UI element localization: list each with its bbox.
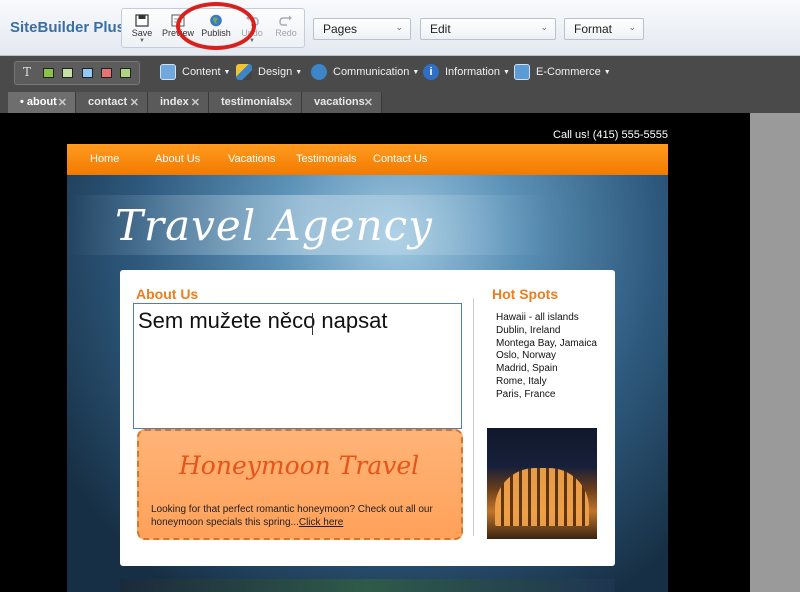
tab-testimonials[interactable]: testimonials ✕ [209, 92, 302, 113]
list-item: Montega Bay, Jamaica [496, 337, 597, 349]
list-item: Dublin, Ireland [496, 324, 561, 336]
tab-index-label: index [160, 96, 189, 108]
redo-button[interactable]: Redo [268, 9, 304, 49]
honeymoon-promo-box[interactable]: Honeymoon Travel Looking for that perfec… [137, 429, 463, 540]
design-menu-label: Design [258, 66, 293, 78]
content-menu[interactable]: Content ▼ [160, 64, 230, 80]
communication-icon [311, 64, 327, 80]
tab-contact-label: contact [88, 96, 128, 108]
top-toolbar: SiteBuilder Plus Save ▼ Preview Publish … [0, 0, 800, 56]
text-cursor [312, 313, 313, 335]
tab-vacations[interactable]: vacations ✕ [302, 92, 382, 113]
tab-about-label: • about [20, 96, 57, 108]
pages-dropdown[interactable]: Pages ⌄ [313, 18, 411, 40]
widget-icon[interactable] [120, 68, 131, 78]
chevron-down-icon: ⌄ [540, 22, 548, 32]
information-menu-label: Information [445, 66, 501, 78]
tab-index[interactable]: index ✕ [148, 92, 209, 113]
colosseum-shape [495, 468, 589, 526]
call-us-text[interactable]: Call us! (415) 555-5555 [553, 129, 668, 141]
photo-gallery-icon[interactable] [62, 68, 73, 78]
promo-title: Honeymoon Travel [179, 451, 420, 480]
publish-highlight-circle [176, 2, 256, 50]
list-item: Hawaii - all islands [496, 312, 579, 323]
close-icon[interactable]: ✕ [130, 96, 139, 109]
editor-text[interactable]: Sem mužete něco napsat [138, 308, 387, 334]
site-header-title[interactable]: Travel Agency [115, 201, 433, 250]
colosseum-photo[interactable] [487, 428, 597, 539]
editor-canvas: Call us! (415) 555-5555 Home About Us Va… [0, 113, 750, 592]
info-icon: i [423, 64, 439, 80]
nav-contact-us[interactable]: Contact Us [373, 153, 427, 165]
next-section-preview [120, 579, 615, 592]
redo-button-label: Redo [275, 28, 297, 38]
nav-testimonials[interactable]: Testimonials [296, 153, 357, 165]
video-icon[interactable] [101, 68, 112, 78]
content-icon [160, 64, 176, 80]
page-tabs: • about ✕ contact ✕ index ✕ testimonials… [0, 91, 800, 113]
tab-about[interactable]: • about ✕ [8, 92, 76, 113]
chevron-down-icon: ⌄ [628, 22, 636, 32]
pencil-icon [236, 64, 252, 80]
edit-dropdown-label: Edit [430, 22, 451, 36]
save-button-label: Save [131, 28, 153, 38]
tab-vacations-label: vacations [314, 96, 365, 108]
format-dropdown[interactable]: Format ⌄ [564, 18, 644, 40]
hot-spots-heading[interactable]: Hot Spots [492, 286, 558, 302]
text-icon[interactable]: T [23, 65, 31, 79]
save-button[interactable]: Save ▼ [124, 9, 160, 49]
content-menu-label: Content [182, 66, 221, 78]
close-icon[interactable]: ✕ [364, 96, 373, 109]
close-icon[interactable]: ✕ [58, 96, 67, 109]
canvas-side-area [750, 113, 800, 592]
save-icon [135, 14, 149, 27]
nav-about-us[interactable]: About Us [155, 153, 200, 165]
tab-contact[interactable]: contact ✕ [76, 92, 148, 113]
chevron-down-icon[interactable]: ▼ [124, 38, 160, 44]
ecommerce-menu-label: E-Commerce [536, 66, 601, 78]
design-menu[interactable]: Design ▼ [236, 64, 302, 80]
hot-spots-list[interactable]: Hawaii - all islands Dublin, Ireland Mon… [496, 312, 597, 402]
format-dropdown-label: Format [574, 22, 613, 36]
app-title: SiteBuilder Plus [10, 19, 126, 36]
ecommerce-menu[interactable]: E-Commerce ▼ [514, 64, 611, 80]
list-item: Paris, France [496, 388, 556, 400]
text-editor-box[interactable]: Sem mužete něco napsat [133, 303, 462, 429]
chevron-down-icon: ⌄ [395, 22, 403, 32]
information-menu[interactable]: i Information ▼ [423, 64, 510, 80]
ecommerce-icon [514, 64, 530, 80]
nav-vacations[interactable]: Vacations [228, 153, 276, 165]
promo-text: Looking for that perfect romantic honeym… [151, 503, 461, 529]
redo-icon [279, 15, 292, 26]
table-icon[interactable] [82, 68, 93, 78]
communication-menu[interactable]: Communication ▼ [311, 64, 419, 80]
app-window: { "app": { "title": "SiteBuilder Plus" }… [0, 0, 800, 592]
column-divider [473, 298, 474, 536]
close-icon[interactable]: ✕ [191, 96, 200, 109]
list-item: Rome, Italy [496, 375, 547, 387]
menu-bar: T Content ▼ Design ▼ Communication ▼ i Info… [0, 56, 800, 91]
promo-body: Looking for that perfect romantic honeym… [151, 504, 433, 528]
insert-elements-group: T [14, 61, 140, 85]
list-item: Oslo, Norway [496, 350, 557, 362]
image-icon[interactable] [43, 68, 54, 78]
edit-dropdown[interactable]: Edit ⌄ [420, 18, 556, 40]
tab-testimonials-label: testimonials [221, 96, 286, 108]
nav-home[interactable]: Home [90, 153, 119, 165]
pages-dropdown-label: Pages [323, 22, 358, 36]
about-us-heading[interactable]: About Us [136, 286, 198, 302]
list-item: Madrid, Spain [496, 363, 558, 375]
content-panel: About Us Sem mužete něco napsat Hot Spot… [120, 270, 615, 566]
click-here-link[interactable]: Click here [299, 517, 343, 528]
communication-menu-label: Communication [333, 66, 410, 78]
close-icon[interactable]: ✕ [284, 96, 293, 109]
site-nav: Home About Us Vacations Testimonials Con… [67, 144, 668, 175]
